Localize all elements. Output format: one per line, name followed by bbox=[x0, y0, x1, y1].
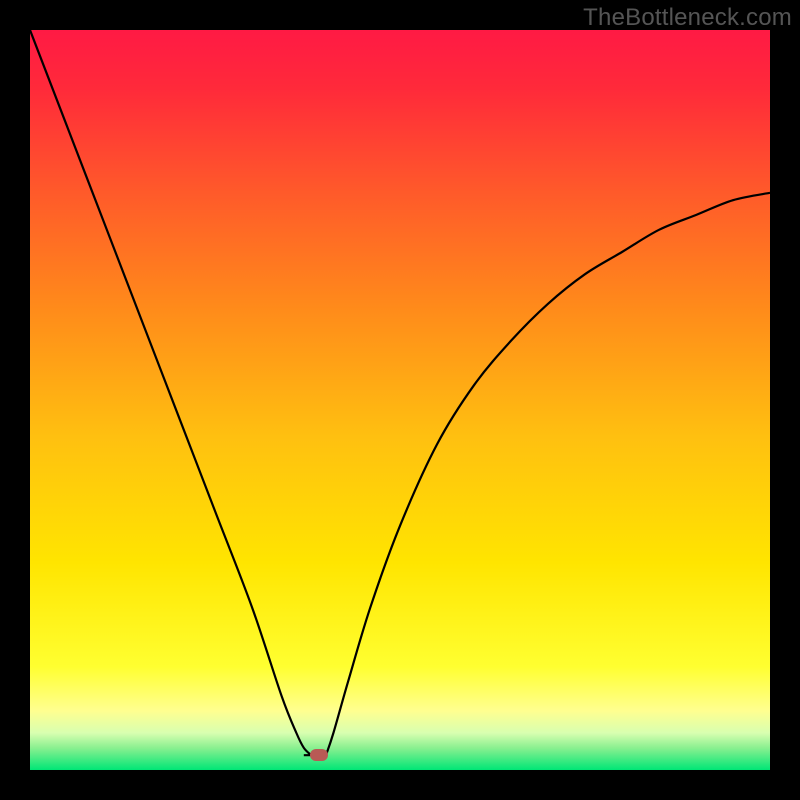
chart-frame: TheBottleneck.com bbox=[0, 0, 800, 800]
bottleneck-curve bbox=[30, 30, 770, 770]
watermark-text: TheBottleneck.com bbox=[583, 4, 792, 32]
minimum-marker bbox=[310, 749, 328, 761]
plot-area bbox=[30, 30, 770, 770]
